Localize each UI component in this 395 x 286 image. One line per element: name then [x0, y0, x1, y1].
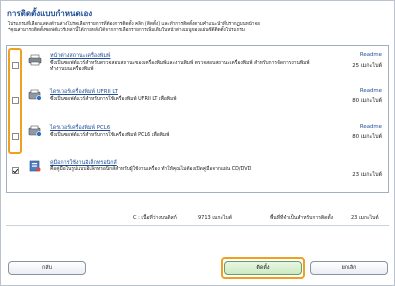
driver-icon — [28, 89, 42, 101]
readme-link[interactable]: Readme — [360, 88, 382, 94]
readme-link[interactable]: Readme — [360, 52, 382, 58]
custom-install-window: การติดตั้งแบบกำหนดเอง ไปรแกรมที่เลือกแสด… — [0, 0, 395, 286]
checkbox-e-manual[interactable] — [12, 167, 19, 174]
item-description: ซึ่งเป็นซอฟต์แวร์สำหรับการใช้เครื่องพิมพ… — [50, 132, 170, 138]
item-name[interactable]: ไดรเวอร์เครื่องพิมพ์ PCL6 — [50, 124, 110, 132]
component-list: หน้าต่างสถานะเครื่องพิมพ์ ซึ่งเป็นซอฟต์แ… — [6, 45, 389, 193]
item-size: 23 เมกะไบต์ — [352, 172, 382, 178]
required-space-value: 23 เมกะไบต์ — [351, 215, 379, 221]
item-description: ซึ่งเป็นซอฟต์แวร์สำหรับการใช้เครื่องพิมพ… — [50, 96, 177, 102]
checkbox-highlight — [8, 48, 22, 154]
intro-line-2: *คุณสามารถติดตั้งซอฟต์แวร์เหล่านี้ได้ภาย… — [8, 27, 245, 33]
install-button-highlight — [221, 257, 305, 279]
item-name[interactable]: ไดรเวอร์เครื่องพิมพ์ UFRII LT — [50, 88, 118, 96]
list-item: ไดรเวอร์เครื่องพิมพ์ PCL6 ซึ่งเป็นซอฟต์แ… — [7, 120, 388, 157]
printer-icon — [28, 54, 42, 66]
readme-link[interactable]: Readme — [360, 124, 382, 130]
item-description: ซึ่งเป็นซอฟต์แวร์สำหรับตรวจสอบสถานะของเค… — [50, 60, 310, 72]
list-item: คู่มือการใช้งานอิเล็กทรอนิกส์ คือคู่มือใ… — [7, 156, 388, 192]
item-name[interactable]: หน้าต่างสถานะเครื่องพิมพ์ — [50, 52, 110, 60]
window-title: การติดตั้งแบบกำหนดเอง — [7, 9, 93, 18]
intro-text: ไปรแกรมที่เลือกแสดงด้านล่างโปรดเลือกรายก… — [8, 22, 388, 33]
item-size: 25 เมกะไบต์ — [352, 63, 382, 69]
back-button[interactable]: กลับ — [8, 261, 86, 275]
cancel-button[interactable]: ยกเลิก — [310, 261, 388, 275]
list-item: ไดรเวอร์เครื่องพิมพ์ UFRII LT ซึ่งเป็นซอ… — [7, 84, 388, 121]
drive-free-label: C : เนื้อที่ว่างบนดิสก์ — [133, 215, 177, 221]
required-space-label: พื้นที่ที่จำเป็นสำหรับการติดตั้ง — [270, 215, 334, 221]
divider — [6, 225, 389, 226]
item-description: คือคู่มือในรูปแบบอิเล็กทรอนิกส์สำหรับผู้… — [50, 166, 252, 172]
item-size: 80 เมกะไบต์ — [352, 134, 382, 140]
manual-icon — [29, 160, 41, 172]
drive-free-value: 9713 เมกะไบต์ — [198, 215, 232, 221]
list-item: หน้าต่างสถานะเครื่องพิมพ์ ซึ่งเป็นซอฟต์แ… — [7, 48, 388, 85]
item-size: 80 เมกะไบต์ — [352, 98, 382, 104]
driver-icon — [28, 125, 42, 137]
